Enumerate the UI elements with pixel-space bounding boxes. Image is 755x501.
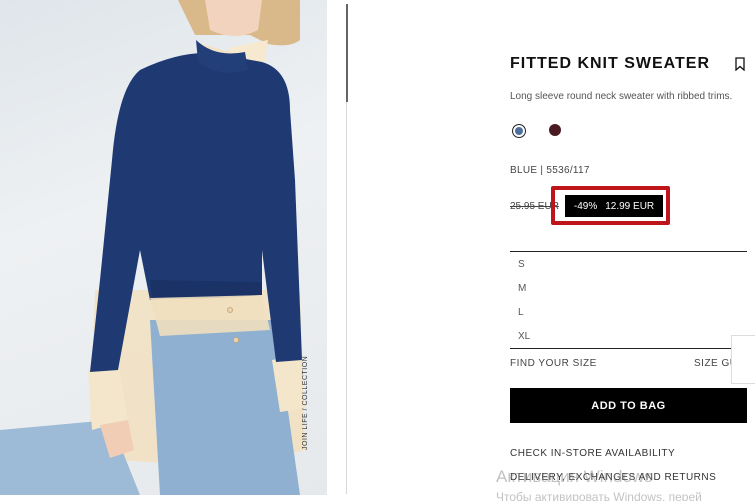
model-illustration bbox=[0, 0, 305, 495]
color-swatch-burgundy[interactable] bbox=[549, 124, 561, 136]
size-list: S M L XL bbox=[510, 251, 747, 349]
color-and-code: BLUE | 5536/117 bbox=[510, 165, 590, 176]
size-option-l[interactable]: L bbox=[518, 307, 524, 318]
size-option-xl[interactable]: XL bbox=[518, 331, 530, 342]
product-photo[interactable]: JOIN LIFE / COLLECTION bbox=[0, 0, 327, 495]
size-option-m[interactable]: M bbox=[518, 283, 526, 294]
color-swatch-blue[interactable] bbox=[512, 124, 526, 138]
find-your-size-link[interactable]: FIND YOUR SIZE bbox=[510, 358, 597, 369]
scrollbar-track bbox=[346, 102, 347, 494]
bookmark-icon[interactable] bbox=[735, 57, 745, 71]
windows-activation-watermark: Активация Windows bbox=[496, 467, 653, 486]
product-title: FITTED KNIT SWEATER bbox=[510, 55, 711, 72]
add-to-bag-button[interactable]: ADD TO BAG bbox=[510, 388, 747, 423]
scrollbar-thumb[interactable] bbox=[346, 4, 348, 102]
color-swatch-blue-dot bbox=[515, 127, 523, 135]
price-highlight-box bbox=[551, 186, 670, 225]
photo-caption: JOIN LIFE / COLLECTION bbox=[302, 355, 309, 450]
side-panel-tab[interactable] bbox=[731, 335, 755, 384]
check-store-availability-link[interactable]: CHECK IN-STORE AVAILABILITY bbox=[510, 448, 675, 459]
size-option-s[interactable]: S bbox=[518, 259, 525, 270]
windows-activation-watermark-sub: Чтобы активировать Windows, перей bbox=[496, 490, 702, 501]
product-description: Long sleeve round neck sweater with ribb… bbox=[510, 91, 733, 102]
